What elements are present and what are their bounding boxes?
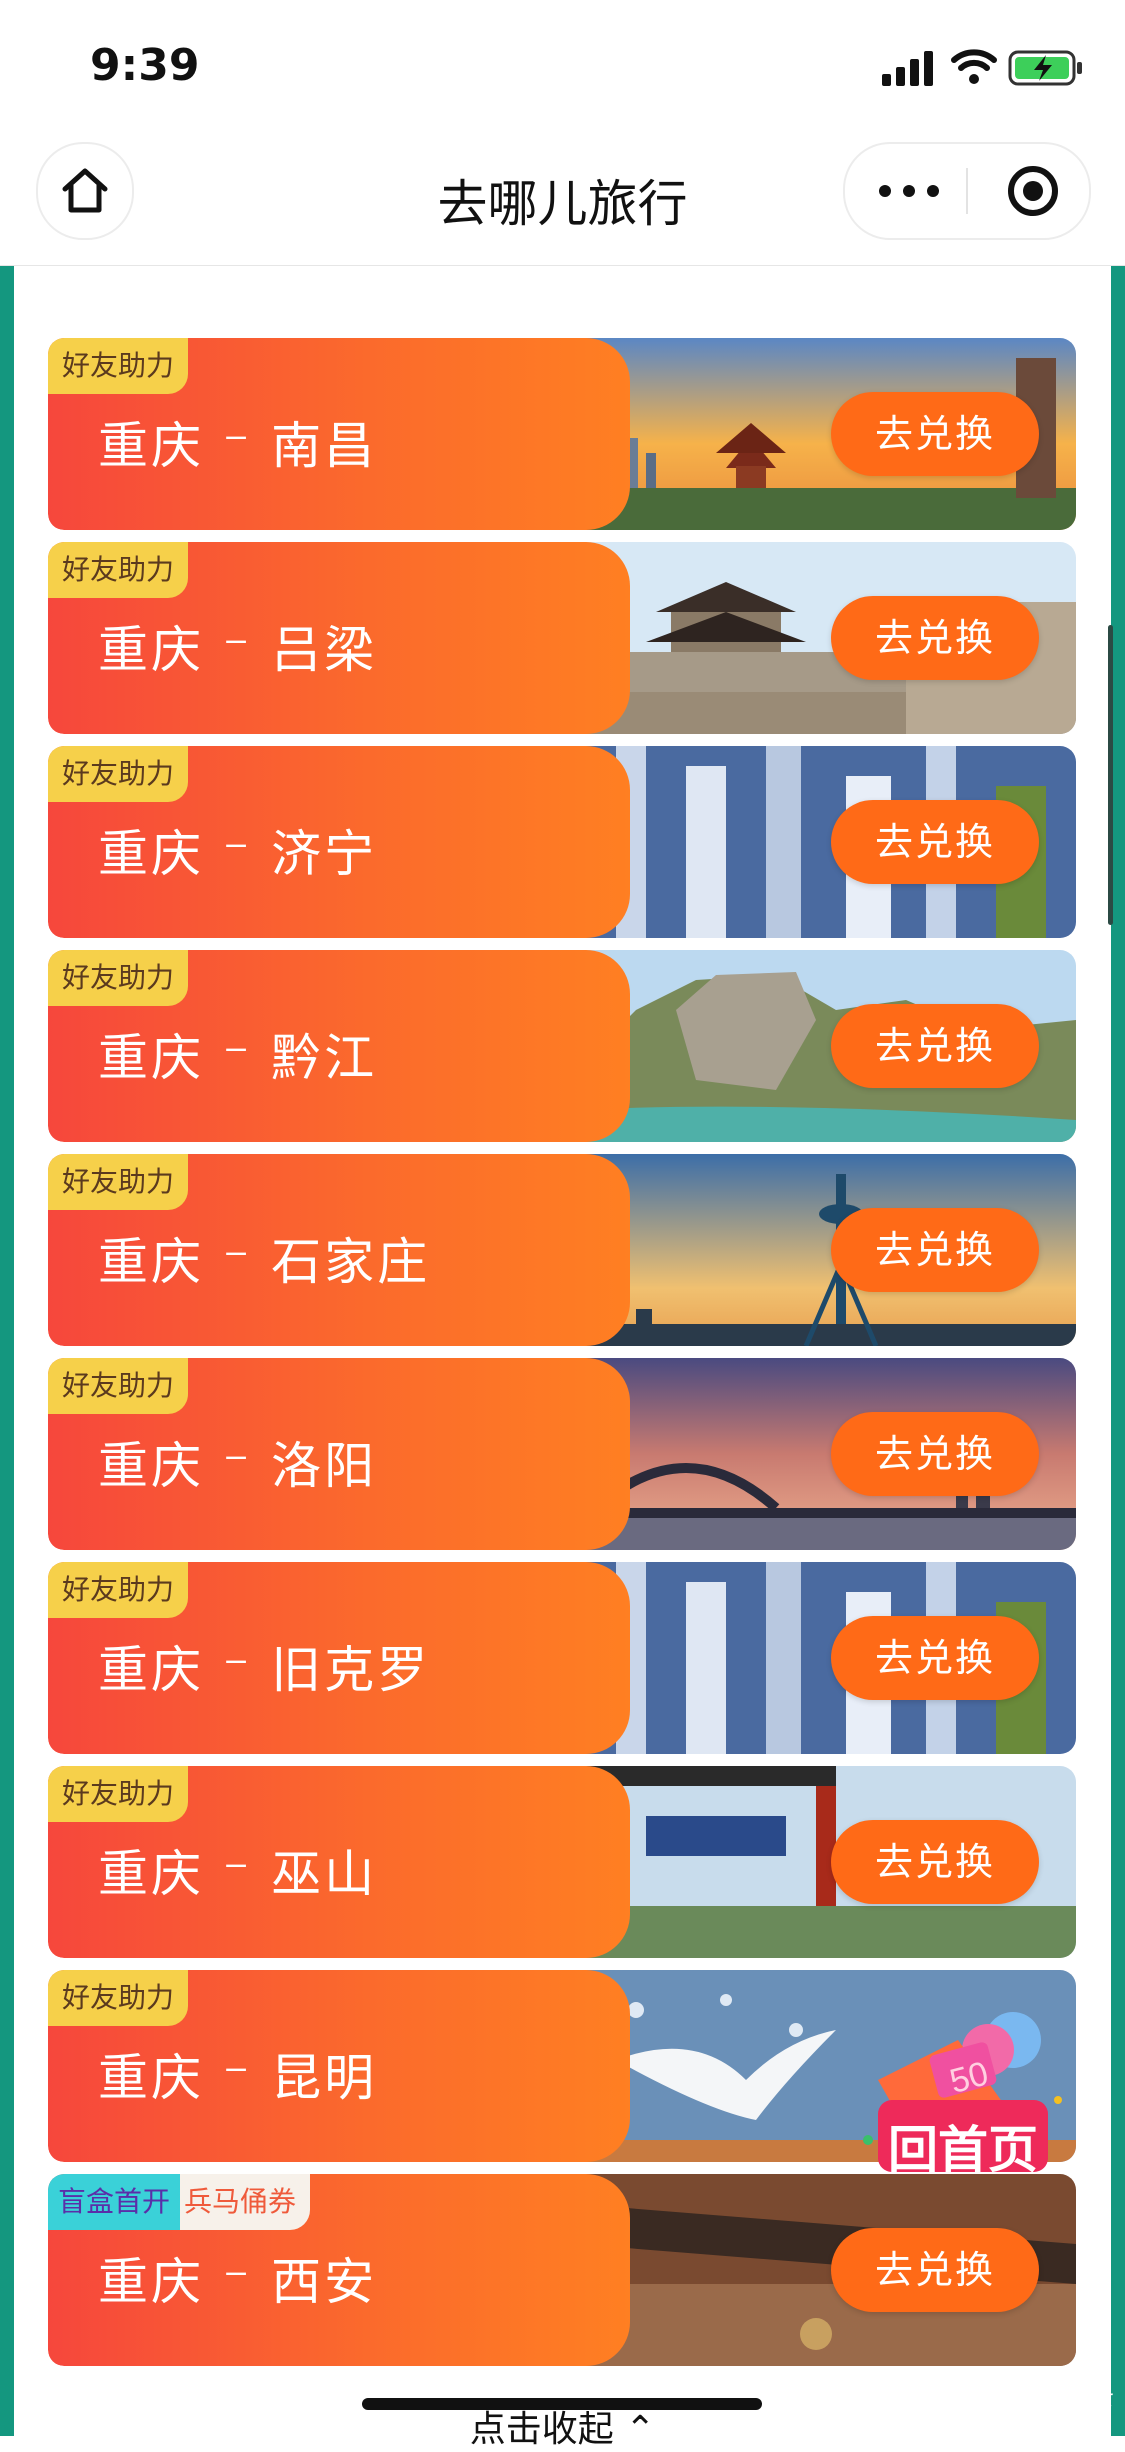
route-label: 重庆 ⁻ 巫山	[98, 1845, 378, 1903]
back-to-home-label: 回首页	[888, 2121, 1038, 2179]
ticket-card[interactable]: 重庆 ⁻ 南昌 好友助力 去兑换	[48, 338, 1076, 530]
miniprogram-capsule	[843, 142, 1091, 240]
redeem-button[interactable]: 去兑换	[831, 1208, 1039, 1292]
redeem-button[interactable]: 去兑换	[831, 1616, 1039, 1700]
redeem-button[interactable]: 去兑换	[831, 596, 1039, 680]
route-label: 重庆 ⁻ 石家庄	[98, 1233, 431, 1291]
helper-tag: 好友助力	[48, 1970, 189, 2026]
helper-tag: 好友助力	[48, 1358, 189, 1414]
status-time: 9:39	[90, 40, 200, 91]
route-label: 重庆 ⁻ 昆明	[98, 2049, 378, 2107]
blindbox-label: 盲盒首开	[48, 2174, 181, 2230]
route-label: 重庆 ⁻ 黔江	[98, 1029, 378, 1087]
wifi-icon	[951, 49, 997, 84]
helper-tag: 好友助力	[48, 1766, 189, 1822]
more-options-icon[interactable]	[879, 174, 939, 208]
left-edge-decoration	[0, 266, 14, 2436]
route-label: 重庆 ⁻ 南昌	[98, 417, 378, 475]
right-edge-decoration	[1111, 266, 1125, 2436]
ticket-card[interactable]: 重庆 ⁻ 吕梁 好友助力 去兑换	[48, 542, 1076, 734]
route-label: 重庆 ⁻ 济宁	[98, 825, 378, 883]
helper-tag: 好友助力	[48, 950, 189, 1006]
ticket-card[interactable]: 重庆 ⁻ 旧克罗 好友助力 去兑换	[48, 1562, 1076, 1754]
close-miniprogram-icon[interactable]	[1008, 166, 1058, 216]
helper-tag: 好友助力	[48, 1154, 189, 1210]
route-label: 重庆 ⁻ 西安	[98, 2253, 378, 2311]
route-label: 重庆 ⁻ 吕梁	[98, 621, 378, 679]
capsule-divider	[966, 168, 968, 214]
helper-tag: 好友助力	[48, 338, 189, 394]
ticket-card[interactable]: 重庆 ⁻ 黔江 好友助力 去兑换	[48, 950, 1076, 1142]
back-to-home-widget[interactable]: 50 回首页	[838, 2000, 1078, 2220]
ticket-card[interactable]: 重庆 ⁻ 巫山 好友助力 去兑换	[48, 1766, 1076, 1958]
route-label: 重庆 ⁻ 旧克罗	[98, 1641, 431, 1699]
scrollbar[interactable]	[1108, 625, 1113, 925]
redeem-button[interactable]: 去兑换	[831, 1412, 1039, 1496]
redeem-button[interactable]: 去兑换	[831, 392, 1039, 476]
watermark: eLvXing.net	[930, 2382, 1113, 2417]
status-bar: 9:39	[0, 0, 1125, 130]
ticket-card[interactable]: 重庆 ⁻ 洛阳 好友助力 去兑换	[48, 1358, 1076, 1550]
redeem-button[interactable]: 去兑换	[831, 1820, 1039, 1904]
route-label: 重庆 ⁻ 洛阳	[98, 1437, 378, 1495]
redeem-button[interactable]: 去兑换	[831, 2228, 1039, 2312]
battery-charging-icon	[1008, 50, 1082, 86]
ticket-card[interactable]: 重庆 ⁻ 济宁 好友助力 去兑换	[48, 746, 1076, 938]
ticket-card[interactable]: 重庆 ⁻ 石家庄 好友助力 去兑换	[48, 1154, 1076, 1346]
terracotta-coupon-label: 兵马俑券	[180, 2174, 311, 2230]
nav-bar: 去哪儿旅行	[0, 130, 1125, 266]
redeem-button[interactable]: 去兑换	[831, 1004, 1039, 1088]
blindbox-tag: 盲盒首开 兵马俑券	[48, 2174, 311, 2230]
helper-tag: 好友助力	[48, 542, 189, 598]
redeem-button[interactable]: 去兑换	[831, 800, 1039, 884]
helper-tag: 好友助力	[48, 1562, 189, 1618]
helper-tag: 好友助力	[48, 746, 189, 802]
cellular-signal-icon	[882, 51, 933, 86]
